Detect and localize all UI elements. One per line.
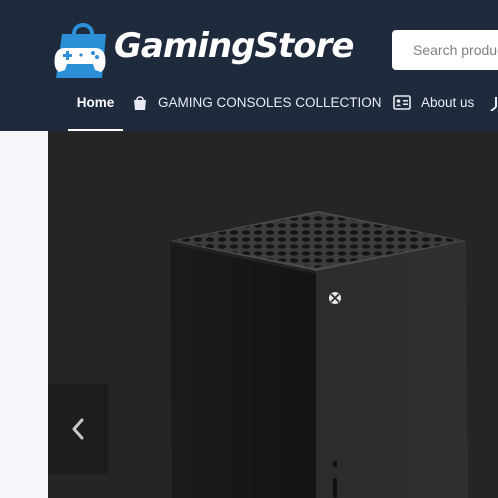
search-box [392, 30, 498, 70]
nav-more[interactable] [490, 88, 498, 131]
nav-home-label: Home [76, 95, 115, 110]
shopping-bag-gamepad-icon [54, 23, 106, 78]
site-logo[interactable]: GamingStore [52, 18, 354, 82]
nav-about-us-label: About us [421, 95, 475, 110]
main-nav: Home GAMING CONSOLES COLLECTION About us [0, 88, 498, 131]
logo-text: GamingStore [114, 26, 354, 66]
product-image-xbox-series-x [170, 211, 468, 498]
nav-gaming-consoles-label: GAMING CONSOLES COLLECTION [158, 95, 382, 110]
chevron-left-icon [72, 418, 84, 440]
nav-gaming-consoles[interactable]: GAMING CONSOLES COLLECTION [132, 88, 382, 131]
hero-slider [48, 131, 498, 498]
more-icon [490, 97, 497, 111]
slider-prev-button[interactable] [48, 384, 108, 474]
search-input[interactable] [392, 30, 498, 70]
site-header: GamingStore Home GAMING CONSOLES COLLECT… [0, 0, 498, 131]
shopping-bag-icon [134, 96, 146, 110]
nav-about-us[interactable]: About us [393, 88, 474, 131]
id-card-icon [393, 95, 411, 110]
nav-home[interactable]: Home [68, 88, 123, 131]
